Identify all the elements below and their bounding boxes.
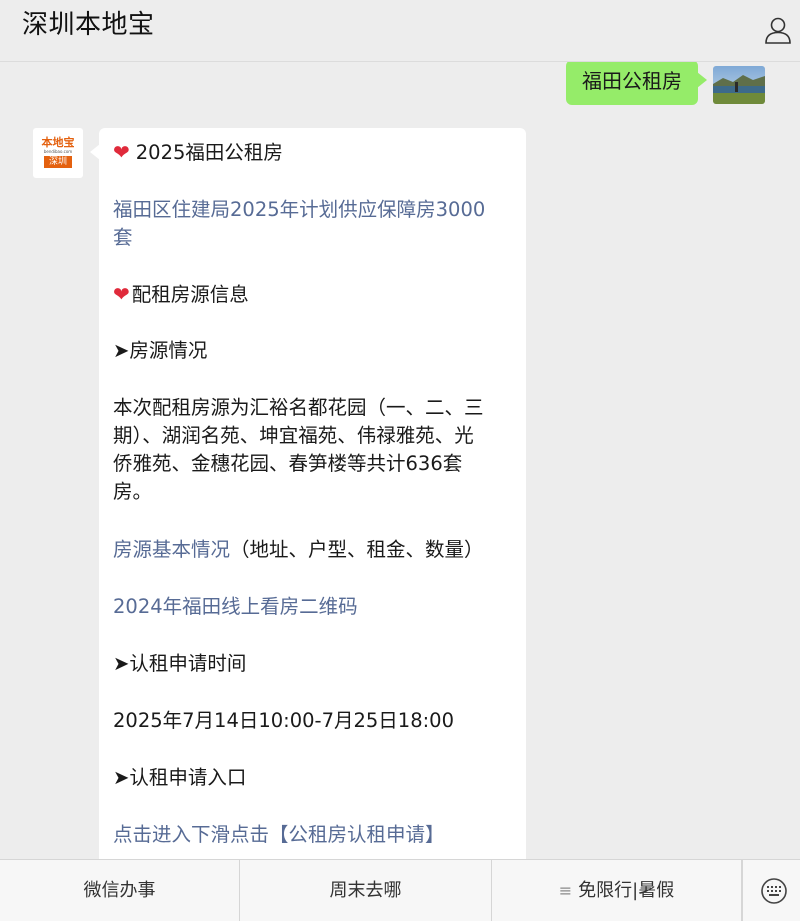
chat-app: 深圳本地宝 福田公租房 本地宝 bendibao.com 深圳 ❤ 2025福田… xyxy=(0,0,800,921)
menu-icon: ≡ xyxy=(558,881,573,900)
person-icon[interactable] xyxy=(762,14,794,46)
subheading-housing: ➤房源情况 xyxy=(113,339,208,362)
menu-traffic-summer-label: 免限行|暑假 xyxy=(578,880,675,901)
subheading-apply-time: ➤认租申请时间 xyxy=(113,652,247,675)
logo-text: 本地宝 xyxy=(41,136,75,149)
paragraph-line2: 期）、湖润名苑、坤宜福苑、伟禄雅苑、光 xyxy=(113,424,474,447)
paragraph-line3: 侨雅苑、金穗花园、春笋楼等共计636套 xyxy=(113,452,463,475)
subheading-apply-entry: ➤认租申请入口 xyxy=(113,766,247,789)
bottom-menu: 微信办事 周末去哪 ≡ 免限行|暑假 xyxy=(0,859,800,921)
news-link-line1[interactable]: 福田区住建局2025年计划供应保障房3000 xyxy=(113,196,513,224)
logo-url: bendibao.com xyxy=(43,149,73,154)
housing-info-suffix: （地址、户型、租金、数量） xyxy=(230,538,484,561)
message-list[interactable]: 福田公租房 本地宝 bendibao.com 深圳 ❤ 2025福田公租房 福田… xyxy=(0,62,800,859)
keyboard-toggle-button[interactable] xyxy=(742,860,800,921)
menu-weekend[interactable]: 周末去哪 xyxy=(240,860,492,921)
message-title-line: ❤ 2025福田公租房 xyxy=(113,138,513,167)
bendibao-avatar[interactable]: 本地宝 bendibao.com 深圳 xyxy=(33,128,83,178)
menu-wechat-services[interactable]: 微信办事 xyxy=(0,860,240,921)
user-avatar[interactable] xyxy=(713,66,765,104)
incoming-bubble: ❤ 2025福田公租房 福田区住建局2025年计划供应保障房3000 套 ❤ 配租房… xyxy=(90,128,526,859)
keyboard-icon xyxy=(761,878,787,904)
chat-title: 深圳本地宝 xyxy=(22,10,155,40)
paragraph-line1: 本次配租房源为汇裕名都花园（一、二、三 xyxy=(113,396,484,419)
news-link-line2[interactable]: 套 xyxy=(113,224,513,252)
chat-header: 深圳本地宝 xyxy=(0,0,800,62)
outgoing-message: 福田公租房 xyxy=(0,62,800,112)
section-heading: 配租房源信息 xyxy=(131,283,249,306)
outgoing-bubble[interactable]: 福田公租房 xyxy=(566,62,707,105)
qr-code-link[interactable]: 2024年福田线上看房二维码 xyxy=(113,593,513,621)
apply-entry-link[interactable]: 点击进入下滑点击【公租房认租申请】 xyxy=(113,821,513,849)
housing-info-link[interactable]: 房源基本情况 xyxy=(113,538,230,561)
apply-time-value: 2025年7月14日10:00-7月25日18:00 xyxy=(113,709,454,732)
menu-traffic-summer[interactable]: ≡ 免限行|暑假 xyxy=(492,860,742,921)
menu-weekend-label: 周末去哪 xyxy=(329,880,402,901)
menu-wechat-services-label: 微信办事 xyxy=(83,880,156,901)
section-heading-line: ❤ 配租房源信息 xyxy=(113,280,513,309)
housing-info-line: 房源基本情况（地址、户型、租金、数量） xyxy=(113,536,513,564)
heart-icon: ❤ xyxy=(113,282,130,306)
logo-city-tag: 深圳 xyxy=(44,156,72,168)
heart-icon: ❤ xyxy=(113,140,130,164)
message-title: 2025福田公租房 xyxy=(135,141,283,164)
paragraph-line4: 房。 xyxy=(113,480,153,503)
